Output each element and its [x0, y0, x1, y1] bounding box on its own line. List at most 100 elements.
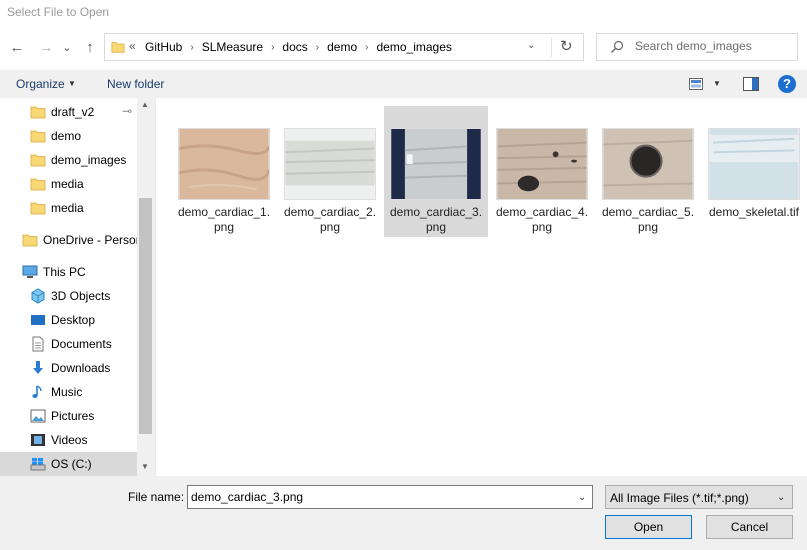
address-bar[interactable]: « GitHub › SLMeasure › docs › demo › dem…	[104, 33, 584, 61]
sidebar-item-onedrive[interactable]: OneDrive - Persor	[0, 228, 140, 252]
file-name-input[interactable]	[191, 490, 561, 504]
breadcrumb-separator[interactable]: ›	[190, 42, 193, 53]
address-dropdown-icon[interactable]: ⌄	[527, 40, 535, 51]
file-item-demo-cardiac-5[interactable]: demo_cardiac_5. png	[596, 106, 700, 237]
recent-locations-icon[interactable]: ⌄	[61, 38, 73, 56]
file-name: demo_skeletal.tif	[702, 205, 806, 220]
image-thumbnail	[496, 128, 588, 200]
image-thumbnail	[284, 128, 376, 200]
navigation-bar: ← → ⌄ ↑ « GitHub › SLMeasure › docs › de…	[0, 24, 807, 70]
chevron-down-icon[interactable]: ⌄	[777, 492, 785, 503]
folder-icon	[22, 234, 38, 247]
documents-icon	[32, 336, 44, 352]
sidebar-item-label: media	[51, 201, 84, 215]
breadcrumb-slmeasure[interactable]: SLMeasure	[202, 40, 263, 54]
breadcrumb-separator[interactable]: ›	[316, 42, 319, 53]
help-icon[interactable]: ?	[778, 75, 796, 93]
search-input[interactable]	[635, 39, 790, 53]
breadcrumb-separator[interactable]: ›	[365, 42, 368, 53]
breadcrumb-demo-images[interactable]: demo_images	[377, 40, 452, 54]
folder-icon	[30, 202, 46, 215]
file-item-demo-cardiac-2[interactable]: demo_cardiac_2. png	[278, 106, 382, 237]
window-title: Select File to Open	[7, 5, 110, 19]
image-thumbnail	[602, 128, 694, 200]
refresh-icon[interactable]: ↻	[560, 37, 573, 55]
breadcrumb-demo[interactable]: demo	[327, 40, 357, 54]
file-name-line: png	[213, 220, 235, 234]
organize-dropdown-icon[interactable]: ▼	[68, 79, 76, 88]
title-bar: Select File to Open	[0, 0, 807, 24]
image-thumbnail	[708, 128, 800, 200]
file-name-line: demo_cardiac_3.	[389, 205, 483, 219]
sidebar-item-music[interactable]: Music	[0, 380, 137, 404]
scroll-up-icon[interactable]: ▲	[141, 100, 149, 109]
folder-icon	[30, 178, 46, 191]
sidebar-item-label: OneDrive - Persor	[43, 233, 140, 247]
chevron-down-icon[interactable]: ⌄	[578, 492, 586, 503]
sidebar-item-media[interactable]: media	[0, 196, 137, 220]
sidebar-item-pictures[interactable]: Pictures	[0, 404, 137, 428]
sidebar-item-desktop[interactable]: Desktop	[0, 308, 137, 332]
sidebar-item-documents[interactable]: Documents	[0, 332, 137, 356]
file-name-label: File name:	[128, 490, 185, 504]
new-folder-button[interactable]: New folder	[107, 77, 164, 91]
cancel-button[interactable]: Cancel	[706, 515, 793, 539]
sidebar-item-draft-v2[interactable]: draft_v2 ⊸	[0, 100, 137, 124]
breadcrumb-separator[interactable]: ›	[271, 42, 274, 53]
file-name-combobox[interactable]: ⌄	[187, 485, 593, 509]
back-icon[interactable]: ←	[8, 38, 26, 56]
sidebar-item-this-pc[interactable]: This PC	[0, 260, 137, 284]
preview-pane-icon[interactable]	[743, 77, 759, 91]
search-box[interactable]	[596, 33, 798, 61]
file-name-line: png	[531, 220, 553, 234]
scroll-down-icon[interactable]: ▼	[141, 462, 149, 471]
file-name-line: demo_cardiac_5.	[601, 205, 695, 219]
forward-icon[interactable]: →	[37, 38, 55, 56]
view-dropdown-icon[interactable]: ▼	[713, 79, 721, 88]
sidebar-item-demo-images[interactable]: demo_images	[0, 148, 137, 172]
file-name: demo_cardiac_4. png	[490, 205, 594, 235]
folder-icon	[30, 154, 46, 167]
scrollbar-thumb[interactable]	[139, 198, 152, 434]
sidebar-item-os-c[interactable]: OS (C:)	[0, 452, 137, 476]
computer-icon	[22, 265, 38, 278]
sidebar-item-videos[interactable]: Videos	[0, 428, 137, 452]
sidebar-item-label: Videos	[51, 433, 88, 447]
sidebar-item-label: demo_images	[51, 153, 127, 167]
file-item-demo-cardiac-3[interactable]: demo_cardiac_3. png	[384, 106, 488, 237]
divider	[551, 37, 552, 57]
breadcrumb: GitHub › SLMeasure › docs › demo › demo_…	[145, 40, 452, 54]
up-icon[interactable]: ↑	[81, 38, 99, 56]
view-options-icon[interactable]	[689, 78, 703, 90]
file-item-demo-skeletal[interactable]: demo_skeletal.tif	[702, 106, 806, 237]
overflow-chevron-icon[interactable]: «	[129, 39, 136, 53]
file-name-line: demo_skeletal.tif	[708, 205, 800, 219]
file-name-line: demo_cardiac_2.	[283, 205, 377, 219]
sidebar-item-3d-objects[interactable]: 3D Objects	[0, 284, 137, 308]
sidebar-item-media[interactable]: media	[0, 172, 137, 196]
sidebar-item-label: Pictures	[51, 409, 95, 423]
folder-icon	[30, 130, 46, 143]
dialog-footer: File name: ⌄ All Image Files (*.tif;*.pn…	[0, 476, 807, 550]
sidebar-scrollbar[interactable]: ▲ ▼	[137, 98, 154, 476]
file-item-demo-cardiac-1[interactable]: demo_cardiac_1. png	[172, 106, 276, 237]
organize-button[interactable]: Organize	[16, 77, 65, 91]
sidebar-item-demo[interactable]: demo	[0, 124, 137, 148]
file-item-demo-cardiac-4[interactable]: demo_cardiac_4. png	[490, 106, 594, 237]
image-thumbnail	[390, 128, 482, 200]
breadcrumb-docs[interactable]: docs	[282, 40, 307, 54]
sidebar-item-label: media	[51, 177, 84, 191]
file-type-value: All Image Files (*.tif;*.png)	[610, 491, 749, 505]
file-type-select[interactable]: All Image Files (*.tif;*.png) ⌄	[605, 485, 793, 509]
command-bar: Organize ▼ New folder ▼ ?	[0, 70, 807, 98]
file-name: demo_cardiac_3. png	[384, 205, 488, 235]
file-name-line: demo_cardiac_1.	[177, 205, 271, 219]
sidebar-item-downloads[interactable]: Downloads	[0, 356, 137, 380]
pictures-icon	[30, 409, 46, 423]
breadcrumb-github[interactable]: GitHub	[145, 40, 182, 54]
open-button[interactable]: Open	[605, 515, 692, 539]
folder-icon	[30, 106, 46, 119]
sidebar-item-label: Documents	[51, 337, 112, 351]
file-list: demo_cardiac_1. png demo_cardiac_2. png …	[155, 98, 807, 476]
file-name: demo_cardiac_2. png	[278, 205, 382, 235]
